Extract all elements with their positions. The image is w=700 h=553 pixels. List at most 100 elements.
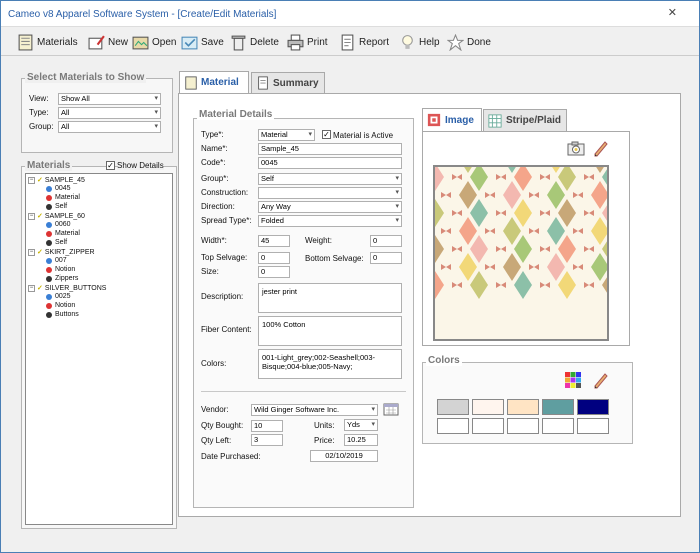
tree-detail-node[interactable]: Material (46, 230, 80, 237)
pencil-icon[interactable] (592, 139, 608, 157)
print-button[interactable]: Print (287, 31, 328, 53)
qty-bought-field[interactable]: 10 (251, 420, 283, 432)
diamond-shape (435, 271, 444, 299)
tree-detail-node[interactable]: Buttons (46, 311, 79, 318)
units-select[interactable]: Yds (344, 419, 378, 431)
report-button[interactable]: Report (339, 31, 389, 53)
camera-icon[interactable] (567, 140, 585, 156)
size-field[interactable]: 0 (258, 266, 290, 278)
tree-detail-node[interactable]: Notion (46, 266, 75, 273)
tree-material-node[interactable]: − ✓ SILVER_BUTTONS (28, 284, 106, 292)
show-details-checkbox[interactable]: ✓ (106, 161, 115, 170)
color-palette-icon[interactable] (564, 371, 582, 389)
tree-detail-node[interactable]: Zippers (46, 275, 78, 282)
empty-color-swatch[interactable] (507, 418, 539, 434)
close-icon[interactable]: ✕ (668, 6, 677, 19)
check-icon: ✓ (37, 249, 43, 256)
bottom-selvage-field[interactable]: 0 (370, 252, 402, 264)
tree-detail-node[interactable]: 0060 (46, 221, 71, 228)
new-button[interactable]: New (88, 31, 128, 53)
bow-shape (540, 174, 550, 180)
color-swatch[interactable] (577, 399, 609, 415)
tab-stripe-label: Stripe/Plaid (506, 115, 562, 126)
bow-shape (529, 264, 539, 270)
direction-label: Direction: (201, 202, 235, 211)
diamond-shape (558, 271, 576, 299)
collapse-icon[interactable]: − (28, 212, 35, 220)
direction-select[interactable]: Any Way (258, 201, 402, 213)
diamond-shape (435, 167, 444, 191)
code-field[interactable]: 0045 (258, 157, 402, 169)
save-button[interactable]: Save (181, 31, 224, 53)
tab-material[interactable]: Material (179, 71, 249, 93)
colors-field[interactable]: 001-Light_grey;002-Seashell;003-Bisque;0… (258, 349, 402, 379)
color-swatch[interactable] (542, 399, 574, 415)
tab-image[interactable]: Image (422, 108, 482, 131)
open-button[interactable]: Open (132, 31, 176, 53)
empty-color-swatch[interactable] (542, 418, 574, 434)
save-label: Save (201, 36, 224, 48)
tab-stripe[interactable]: Stripe/Plaid (483, 109, 567, 131)
tree-material-node[interactable]: − ✓ SKIRT_ZIPPER (28, 248, 95, 256)
diamond-shape (558, 235, 576, 263)
diamond-shape (514, 167, 532, 191)
fiber-field[interactable]: 100% Cotton (258, 316, 402, 346)
color-swatch[interactable] (437, 399, 469, 415)
tree-detail-node[interactable]: 007 (46, 257, 67, 264)
open-icon (132, 36, 149, 49)
width-field[interactable]: 45 (258, 235, 290, 247)
view-select[interactable]: Show All (58, 93, 161, 105)
top-selvage-field[interactable]: 0 (258, 252, 290, 264)
tree-detail-node[interactable]: Self (46, 239, 67, 246)
app-window: Cameo v8 Apparel Software System - [Crea… (0, 0, 700, 553)
diamond-shape (470, 271, 488, 299)
tree-detail-node[interactable]: Notion (46, 302, 75, 309)
tree-detail-node[interactable]: 0045 (46, 185, 71, 192)
color-swatch[interactable] (472, 399, 504, 415)
qty-left-field[interactable]: 3 (251, 434, 283, 446)
group-select[interactable]: Self (258, 173, 402, 185)
grid-icon (488, 113, 502, 128)
tree-detail-node[interactable]: Material (46, 194, 80, 201)
diamond-shape (459, 181, 477, 209)
empty-color-swatch[interactable] (472, 418, 504, 434)
description-field[interactable]: jester print (258, 283, 402, 313)
diamond-shape (435, 199, 444, 227)
calendar-icon[interactable] (383, 402, 399, 416)
name-field[interactable]: Sample_45 (258, 143, 402, 155)
price-field[interactable]: 10.25 (344, 434, 378, 446)
empty-color-swatch[interactable] (437, 418, 469, 434)
edit-colors-pencil-icon[interactable] (592, 371, 608, 389)
type-filter-select[interactable]: All (58, 107, 161, 119)
tree-material-node[interactable]: − ✓ SAMPLE_60 (28, 212, 85, 220)
diamond-shape (503, 253, 521, 281)
check-icon: ✓ (37, 177, 43, 184)
tree-detail-node[interactable]: Self (46, 203, 67, 210)
construction-select[interactable] (258, 187, 402, 199)
date-field[interactable]: 02/10/2019 (310, 450, 378, 462)
delete-button[interactable]: Delete (230, 31, 279, 53)
group-filter-select[interactable]: All (58, 121, 161, 133)
done-button[interactable]: Done (447, 31, 491, 53)
tab-summary[interactable]: Summary (251, 72, 325, 93)
image-tab-icon (427, 113, 441, 127)
active-checkbox[interactable]: ✓ (322, 130, 331, 139)
vendor-select[interactable]: Wild Ginger Software Inc. (251, 404, 378, 416)
bow-shape (452, 246, 462, 252)
materials-tree[interactable]: − ✓ SAMPLE_45 0045 Material Self − ✓ SAMPLE_60 00… (25, 173, 173, 525)
weight-field[interactable]: 0 (370, 235, 402, 247)
tree-detail-node[interactable]: 0025 (46, 293, 71, 300)
help-button[interactable]: Help (399, 31, 440, 53)
spread-select[interactable]: Folded (258, 215, 402, 227)
collapse-icon[interactable]: − (28, 284, 35, 292)
collapse-icon[interactable]: − (28, 176, 35, 184)
diamond-shape (459, 217, 477, 245)
tree-material-node[interactable]: − ✓ SAMPLE_45 (28, 176, 85, 184)
materials-button[interactable]: Materials (17, 31, 78, 53)
bow-shape (485, 264, 495, 270)
empty-color-swatch[interactable] (577, 418, 609, 434)
color-swatch[interactable] (507, 399, 539, 415)
collapse-icon[interactable]: − (28, 248, 35, 256)
vendor-label: Vendor: (201, 405, 229, 414)
type-select[interactable]: Material (258, 129, 315, 141)
